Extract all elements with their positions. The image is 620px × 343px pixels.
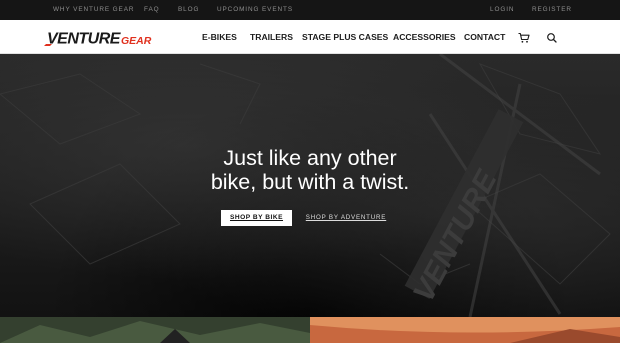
topbar-link-register[interactable]: REGISTER bbox=[532, 6, 572, 13]
logo-sub-text: GEAR bbox=[121, 35, 152, 47]
utility-bar: WHY VENTURE GEAR FAQ BLOG UPCOMING EVENT… bbox=[0, 0, 620, 20]
venture-gear-logo[interactable]: VENTURE GEAR bbox=[44, 29, 158, 48]
topbar-link-why-venture-gear[interactable]: WHY VENTURE GEAR bbox=[53, 6, 134, 13]
nav-item-stage-plus-cases[interactable]: STAGE PLUS CASES bbox=[302, 32, 388, 42]
category-image-right[interactable] bbox=[310, 317, 620, 343]
category-image-left[interactable] bbox=[0, 317, 310, 343]
nav-item-contact[interactable]: CONTACT bbox=[464, 32, 505, 42]
category-image-left-graphic bbox=[0, 317, 310, 343]
hero-headline: Just like any other bike, but with a twi… bbox=[110, 146, 510, 194]
topbar-link-faq[interactable]: FAQ bbox=[144, 6, 159, 13]
topbar-link-login[interactable]: LOGIN bbox=[490, 6, 514, 13]
shop-by-adventure-button[interactable]: SHOP BY ADVENTURE bbox=[302, 210, 390, 226]
search-icon[interactable] bbox=[546, 31, 558, 43]
cart-icon[interactable] bbox=[518, 31, 530, 43]
nav-item-trailers[interactable]: TRAILERS bbox=[250, 32, 293, 42]
hero-headline-line-1: Just like any other bbox=[223, 146, 397, 170]
hero-banner: VENTURE Just like any other bike, but wi… bbox=[0, 54, 620, 317]
logo-main-text: VENTURE bbox=[47, 31, 122, 48]
nav-item-e-bikes[interactable]: E-BIKES bbox=[202, 32, 237, 42]
shop-by-bike-button[interactable]: SHOP BY BIKE bbox=[221, 210, 292, 226]
topbar-link-upcoming-events[interactable]: UPCOMING EVENTS bbox=[217, 6, 293, 13]
topbar-link-blog[interactable]: BLOG bbox=[178, 6, 199, 13]
hero-headline-line-2: bike, but with a twist. bbox=[210, 170, 410, 194]
nav-item-accessories[interactable]: ACCESSORIES bbox=[393, 32, 456, 42]
main-navigation: VENTURE GEAR E-BIKES TRAILERS STAGE PLUS… bbox=[0, 20, 620, 54]
category-image-right-graphic bbox=[310, 317, 620, 343]
